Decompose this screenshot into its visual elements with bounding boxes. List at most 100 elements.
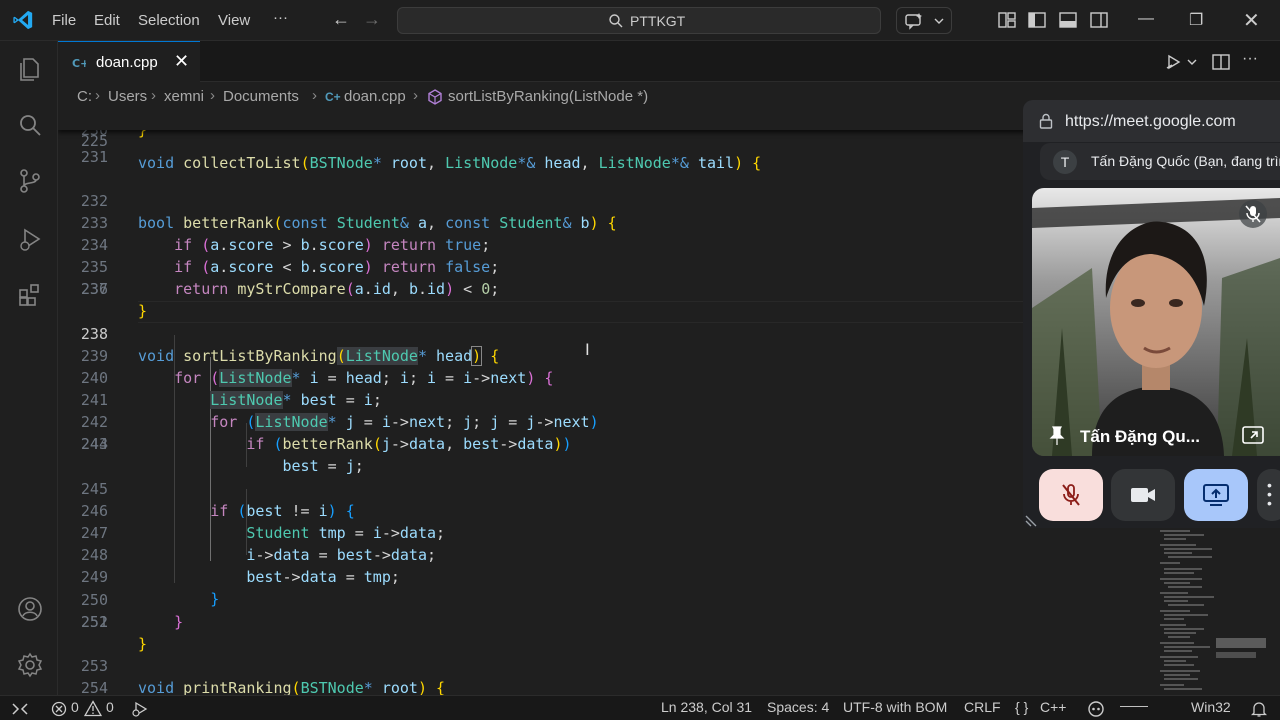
status-bar: 0 0 Ln 238, Col 31 Spaces: 4 UTF-8 with … bbox=[0, 695, 1280, 720]
forward-arrow-icon[interactable]: → bbox=[363, 9, 381, 30]
extensions-icon[interactable] bbox=[16, 281, 44, 309]
presenter-name: Tấn Đặng Quốc (Bạn, đang trình bày) bbox=[1091, 153, 1280, 169]
end-of-line[interactable]: CRLF bbox=[964, 699, 1001, 715]
copilot-icon bbox=[905, 13, 922, 30]
minimize-icon[interactable]: — bbox=[1138, 10, 1154, 28]
menu-file[interactable]: File bbox=[52, 12, 76, 29]
picture-in-picture-icon[interactable] bbox=[1242, 426, 1264, 444]
resize-grip-icon[interactable] bbox=[1025, 513, 1039, 527]
muted-indicator-icon bbox=[1239, 200, 1267, 228]
unmute-button[interactable] bbox=[1039, 469, 1103, 521]
account-icon[interactable] bbox=[16, 595, 44, 623]
code-line: 250 } bbox=[58, 567, 1280, 631]
breadcrumb-drive[interactable]: C: bbox=[77, 88, 92, 105]
breadcrumb-user[interactable]: xemni bbox=[164, 88, 204, 105]
camera-icon bbox=[1131, 488, 1155, 502]
breadcrumb-separator-icon: › bbox=[151, 87, 156, 104]
menu-more[interactable]: ··· bbox=[273, 9, 288, 26]
copilot-status-icon[interactable] bbox=[1086, 700, 1106, 718]
back-arrow-icon[interactable]: ← bbox=[332, 9, 350, 30]
present-screen-icon bbox=[1203, 484, 1229, 506]
command-center-search[interactable]: PTTKGT bbox=[397, 7, 881, 34]
tab-close-icon[interactable]: ✕ bbox=[174, 51, 189, 72]
minimap[interactable] bbox=[1158, 528, 1268, 695]
vscode-logo-icon[interactable] bbox=[12, 9, 34, 31]
breadcrumb-separator-icon: › bbox=[210, 87, 215, 104]
language-braces: { } bbox=[1015, 699, 1029, 715]
activity-bar bbox=[0, 41, 58, 695]
menu-edit[interactable]: Edit bbox=[94, 12, 120, 29]
toggle-secondary-sidebar-icon[interactable] bbox=[1089, 10, 1109, 30]
avatar: T bbox=[1053, 150, 1077, 174]
explorer-icon[interactable] bbox=[16, 55, 44, 83]
menu-view[interactable]: View bbox=[218, 12, 250, 29]
search-icon bbox=[609, 14, 623, 28]
tab-label: doan.cpp bbox=[96, 54, 158, 71]
search-text: PTTKGT bbox=[630, 13, 686, 29]
line-number: 237 bbox=[80, 280, 108, 298]
participant-video-tile[interactable]: Tấn Đặng Qu... bbox=[1032, 188, 1280, 456]
more-options-button[interactable]: • • • bbox=[1257, 469, 1280, 521]
run-options-chevron-icon[interactable] bbox=[1186, 52, 1198, 72]
title-bar: File Edit Selection View ··· ← → PTTKGT bbox=[0, 0, 1280, 41]
more-actions-icon[interactable]: ··· bbox=[1242, 50, 1258, 68]
breadcrumb-file[interactable]: doan.cpp bbox=[344, 88, 406, 105]
camera-button[interactable] bbox=[1111, 469, 1175, 521]
presenting-banner: T Tấn Đặng Quốc (Bạn, đang trình bày) bbox=[1040, 143, 1280, 180]
language-mode[interactable]: C++ bbox=[1040, 699, 1066, 715]
breadcrumb-symbol[interactable]: sortListByRanking(ListNode *) bbox=[448, 88, 648, 105]
cursor-position[interactable]: Ln 238, Col 31 bbox=[661, 699, 752, 715]
copilot-button[interactable] bbox=[896, 7, 952, 34]
meet-url-bar[interactable]: https://meet.google.com bbox=[1023, 100, 1280, 142]
chevron-down-icon bbox=[934, 18, 944, 24]
breadcrumb-users[interactable]: Users bbox=[108, 88, 147, 105]
meet-url: https://meet.google.com bbox=[1065, 113, 1236, 130]
search-icon[interactable] bbox=[16, 111, 44, 139]
indentation[interactable]: Spaces: 4 bbox=[767, 699, 829, 715]
settings-gear-icon[interactable] bbox=[16, 651, 44, 679]
toggle-panel-icon[interactable] bbox=[1058, 10, 1078, 30]
participant-name: Tấn Đặng Qu... bbox=[1080, 427, 1200, 446]
code-line: 249 } bbox=[58, 544, 1280, 608]
tab-doan-cpp[interactable]: C+ doan.cpp ✕ bbox=[58, 41, 200, 82]
run-code-icon[interactable] bbox=[1164, 52, 1184, 72]
method-symbol-icon bbox=[428, 89, 442, 105]
cpp-file-icon: C+ bbox=[72, 57, 86, 70]
run-debug-icon[interactable] bbox=[16, 225, 44, 253]
breadcrumb-separator-icon: › bbox=[413, 87, 418, 104]
line-number: 244 bbox=[80, 435, 108, 453]
pin-icon[interactable] bbox=[1048, 426, 1066, 446]
code-line: 251 } bbox=[58, 589, 1280, 653]
warning-icon[interactable] bbox=[84, 700, 102, 717]
code-line: 252 bbox=[58, 611, 1280, 633]
error-icon[interactable] bbox=[51, 701, 67, 717]
breadcrumb-documents[interactable]: Documents bbox=[223, 88, 299, 105]
code-text: void collectToList(BSTNode* root, ListNo… bbox=[138, 154, 762, 172]
breadcrumb-separator-icon: › bbox=[95, 87, 100, 104]
warning-count[interactable]: 0 bbox=[106, 699, 114, 715]
participant-video-icon bbox=[1032, 188, 1280, 456]
close-window-icon[interactable]: ✕ bbox=[1243, 8, 1260, 33]
menu-selection[interactable]: Selection bbox=[138, 12, 200, 29]
error-count[interactable]: 0 bbox=[71, 699, 79, 715]
text-cursor-icon: I bbox=[585, 340, 590, 359]
svg-text:C+: C+ bbox=[72, 57, 86, 70]
run-debug-status-icon[interactable] bbox=[131, 700, 149, 718]
customize-layout-icon[interactable] bbox=[997, 10, 1017, 30]
source-control-icon[interactable] bbox=[16, 167, 44, 195]
notifications-bell-icon[interactable] bbox=[1251, 700, 1267, 718]
code-line: 253 void printRanking(BSTNode* root) { bbox=[58, 633, 1280, 695]
restore-icon[interactable]: ❐ bbox=[1189, 10, 1203, 30]
file-encoding[interactable]: UTF-8 with BOM bbox=[843, 699, 947, 715]
more-vert-icon: • • • bbox=[1267, 477, 1272, 511]
line-number: 252 bbox=[80, 613, 108, 631]
remote-indicator-icon[interactable] bbox=[11, 701, 29, 717]
toggle-primary-sidebar-icon[interactable] bbox=[1027, 10, 1047, 30]
platform[interactable]: Win32 bbox=[1191, 699, 1231, 715]
cpp-file-icon: C+ bbox=[325, 90, 341, 104]
code-line: 255 ListNode* tail = NULL; bbox=[58, 677, 1280, 695]
split-editor-icon[interactable] bbox=[1211, 52, 1231, 72]
google-meet-pip-window[interactable]: https://meet.google.com T Tấn Đặng Quốc … bbox=[1023, 100, 1280, 528]
present-button[interactable] bbox=[1184, 469, 1248, 521]
lock-icon bbox=[1039, 113, 1053, 129]
